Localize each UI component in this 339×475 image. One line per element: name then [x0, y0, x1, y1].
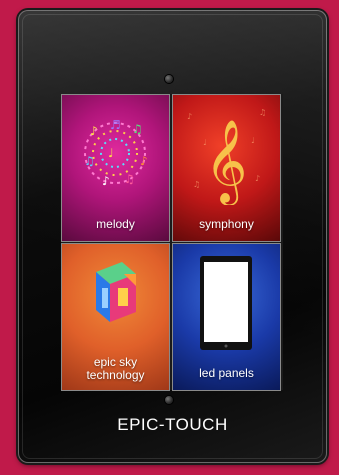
top-sensor [165, 75, 173, 83]
svg-text:♪: ♪ [187, 112, 192, 121]
tile-epic-sky-technology[interactable]: epic sky technology [61, 243, 170, 391]
svg-text:♪: ♪ [140, 154, 148, 168]
svg-text:♫: ♫ [84, 154, 95, 168]
tile-epic-label-line2: technology [86, 368, 145, 382]
tile-melody-label: melody [96, 217, 135, 231]
svg-text:♬: ♬ [110, 118, 121, 132]
svg-text:♫: ♫ [193, 180, 200, 189]
tile-led-label: led panels [199, 366, 254, 380]
tile-symphony[interactable]: ♪ ♫ ♫ ♪ ♩ ♩ 𝄞 symphony [172, 94, 281, 242]
svg-text:♩: ♩ [108, 146, 114, 160]
tile-led-panels[interactable]: led panels [172, 243, 281, 391]
tablet-screen-icon [173, 244, 280, 354]
home-button[interactable] [165, 396, 173, 404]
svg-text:♫: ♫ [259, 108, 266, 117]
svg-text:♩: ♩ [251, 136, 255, 145]
svg-text:♪: ♪ [102, 174, 110, 188]
svg-text:♫: ♫ [124, 172, 135, 186]
music-notes-swirl-icon: ♪ ♫ ♫ ♪ ♪ ♫ ♬ ♩ [62, 95, 169, 205]
tile-symphony-label: symphony [199, 217, 254, 231]
svg-text:♫: ♫ [132, 122, 143, 136]
svg-text:♪: ♪ [255, 174, 260, 183]
brand-label: EPIC-TOUCH [117, 415, 228, 434]
tile-grid: ♪ ♫ ♫ ♪ ♪ ♫ ♬ ♩ melody ♪ ♫ ♫ ♪ ♩ ♩ 𝄞 sym… [61, 94, 283, 391]
touch-panel-device: ♪ ♫ ♫ ♪ ♪ ♫ ♬ ♩ melody ♪ ♫ ♫ ♪ ♩ ♩ 𝄞 sym… [18, 10, 327, 463]
epic-sky-cube-logo-icon [62, 244, 169, 354]
treble-clef-icon: ♪ ♫ ♫ ♪ ♩ ♩ 𝄞 [173, 95, 280, 205]
svg-text:♪: ♪ [90, 124, 98, 138]
svg-text:𝄞: 𝄞 [205, 118, 248, 205]
tile-epic-label: epic sky technology [62, 356, 169, 382]
tile-melody[interactable]: ♪ ♫ ♫ ♪ ♪ ♫ ♬ ♩ melody [61, 94, 170, 242]
